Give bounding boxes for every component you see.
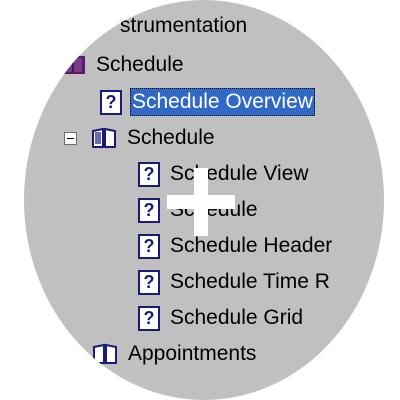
tree-item-label: Schedule Time R <box>170 270 330 293</box>
tree-item-label: Schedule View <box>170 162 309 185</box>
collapse-toggle-icon[interactable] <box>64 131 77 145</box>
tree-item-appointments[interactable]: Appointments <box>92 340 258 368</box>
help-page-icon: ? <box>138 161 160 187</box>
tree-item-label: Schedule <box>170 198 258 221</box>
help-page-icon: ? <box>100 89 122 115</box>
tree-item-schedule-overview[interactable]: ? Schedule Overview <box>100 88 315 116</box>
tree-item-label: Schedule <box>127 126 215 149</box>
screenshot-stage: strumentation Schedule ? Schedule Overvi… <box>0 0 400 400</box>
tree-item-schedule-time-ruler[interactable]: ? Schedule Time R <box>138 268 332 296</box>
help-page-icon: ? <box>138 305 160 331</box>
book-icon <box>61 56 85 74</box>
tree-item-instrumentation[interactable]: strumentation <box>118 12 249 40</box>
help-page-icon: ? <box>138 269 160 295</box>
tree-item-schedule-grid[interactable]: ? Schedule Grid <box>138 304 305 332</box>
tree-item-label: Schedule <box>96 53 184 76</box>
tree-item-label: strumentation <box>120 14 248 37</box>
tree-item-schedule-view[interactable]: ? Schedule View <box>138 160 311 188</box>
tree-item-schedule-book[interactable]: Schedule <box>60 51 186 79</box>
book-open-icon <box>92 127 116 148</box>
help-contents-tree[interactable]: strumentation Schedule ? Schedule Overvi… <box>24 0 384 400</box>
help-page-icon: ? <box>138 197 160 223</box>
tree-item-schedule-open-book[interactable]: Schedule <box>64 124 217 152</box>
tree-item-label: Schedule Overview <box>130 88 315 116</box>
tree-item-label: Schedule Grid <box>170 306 304 329</box>
tree-item-schedule[interactable]: ? Schedule <box>138 196 260 224</box>
tree-item-label: Appointments <box>128 342 257 365</box>
tree-item-schedule-header[interactable]: ? Schedule Header <box>138 232 334 260</box>
book-icon <box>93 343 117 364</box>
tree-item-label: Schedule Header <box>170 234 333 257</box>
help-page-icon: ? <box>138 233 160 259</box>
magnifier-lens: strumentation Schedule ? Schedule Overvi… <box>24 0 384 400</box>
